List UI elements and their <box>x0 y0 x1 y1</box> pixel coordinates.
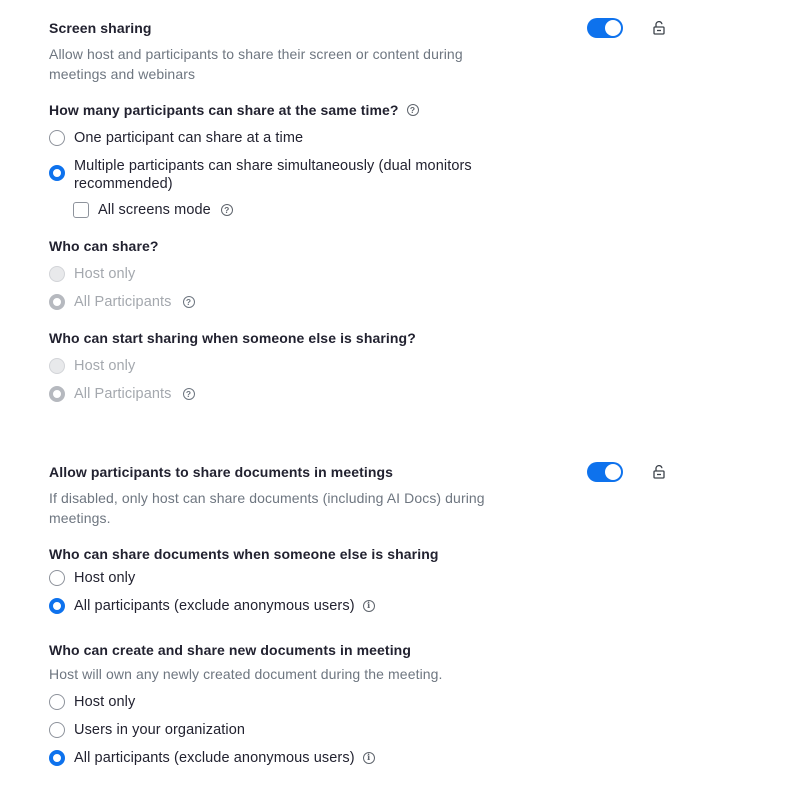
radio-all-participants-disabled: All Participants? <box>49 386 195 402</box>
toggle-knob <box>605 464 621 480</box>
radio-docs-host-only[interactable]: Host only <box>49 570 135 586</box>
radio-multiple-participants[interactable]: Multiple participants can share simultan… <box>49 157 519 193</box>
how-many-question-text: How many participants can share at the s… <box>49 102 399 118</box>
radio-button[interactable] <box>49 570 65 586</box>
lock-icon[interactable] <box>653 21 665 35</box>
option-label: Users in your organization <box>74 722 246 738</box>
screen-sharing-description: Allow host and participants to share the… <box>49 46 463 82</box>
all-screens-mode[interactable]: All screens mode? <box>73 202 233 218</box>
option-label: All participants (exclude anonymous user… <box>74 750 355 766</box>
radio-docs-all-participants[interactable]: All participants (exclude anonymous user… <box>49 598 375 614</box>
option-label: All participants (exclude anonymous user… <box>74 598 355 614</box>
share-documents-title: Allow participants to share documents in… <box>49 464 394 480</box>
option-label: Host only <box>74 266 136 282</box>
who-can-share-question: Who can share? <box>49 238 159 254</box>
toggle-knob <box>605 20 621 36</box>
option-label: One participant can share at a time <box>74 130 304 146</box>
who-can-start-question: Who can start sharing when someone else … <box>49 330 416 346</box>
help-icon[interactable]: ? <box>406 104 419 117</box>
all-screens-label: All screens mode <box>98 202 211 218</box>
screen-sharing-toggle[interactable] <box>587 18 623 38</box>
option-label: Host only <box>74 358 136 374</box>
radio-button-checked[interactable] <box>49 598 65 614</box>
radio-button[interactable] <box>49 722 65 738</box>
who-can-create-note: Host will own any newly created document… <box>49 666 443 682</box>
lock-icon[interactable] <box>653 465 665 479</box>
radio-button-checked[interactable] <box>49 165 65 181</box>
option-label: All Participants <box>74 294 172 310</box>
radio-create-org-users[interactable]: Users in your organization <box>49 722 245 738</box>
info-icon[interactable]: i <box>362 752 375 764</box>
radio-button-disabled <box>49 266 65 282</box>
share-documents-toggle[interactable] <box>587 462 623 482</box>
radio-button-disabled-checked <box>49 386 65 402</box>
radio-button-disabled <box>49 358 65 374</box>
radio-host-only-disabled: Host only <box>49 266 135 282</box>
help-icon[interactable]: ? <box>220 204 233 216</box>
radio-button-disabled-checked <box>49 294 65 310</box>
radio-one-participant[interactable]: One participant can share at a time <box>49 130 303 146</box>
radio-button[interactable] <box>49 694 65 710</box>
radio-button[interactable] <box>49 130 65 146</box>
how-many-question: How many participants can share at the s… <box>49 102 419 118</box>
screen-sharing-title: Screen sharing <box>49 20 152 36</box>
who-can-share-docs-question: Who can share documents when someone els… <box>49 546 439 562</box>
option-label: Multiple participants can share simultan… <box>74 158 472 192</box>
option-label: Host only <box>74 570 136 586</box>
radio-create-all-participants[interactable]: All participants (exclude anonymous user… <box>49 750 375 766</box>
all-screens-checkbox[interactable] <box>73 202 89 218</box>
help-icon[interactable]: ? <box>182 388 195 400</box>
radio-create-host-only[interactable]: Host only <box>49 694 135 710</box>
radio-button-checked[interactable] <box>49 750 65 766</box>
option-label: All Participants <box>74 386 172 402</box>
help-icon[interactable]: ? <box>182 296 195 308</box>
option-label: Host only <box>74 694 136 710</box>
who-can-create-question: Who can create and share new documents i… <box>49 642 411 658</box>
info-icon[interactable]: i <box>362 600 375 612</box>
share-documents-description: If disabled, only host can share documen… <box>49 490 485 526</box>
radio-all-participants-disabled: All Participants? <box>49 294 195 310</box>
radio-host-only-disabled: Host only <box>49 358 135 374</box>
